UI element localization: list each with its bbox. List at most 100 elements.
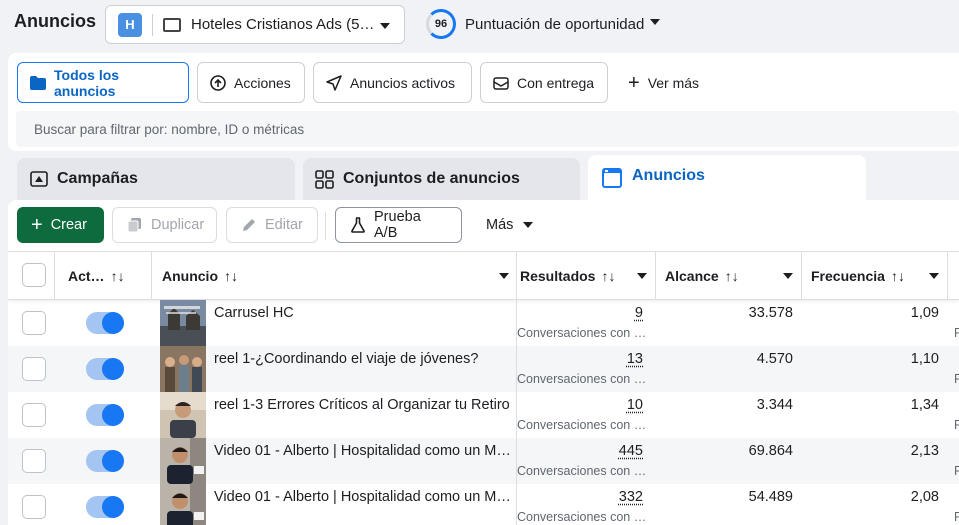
sort-icon[interactable]: ↑↓ <box>725 268 739 284</box>
tab-label: Anuncios <box>632 167 705 184</box>
status-toggle[interactable] <box>86 496 124 518</box>
chevron-down-icon <box>523 222 534 228</box>
ad-account-icon <box>163 17 181 32</box>
column-header-frequency[interactable]: Frecuencia ↑↓ <box>811 252 905 299</box>
duplicate-button[interactable]: Duplicar <box>112 207 217 243</box>
chevron-down-icon[interactable] <box>783 273 793 279</box>
filter-label: Anuncios activos <box>350 74 456 91</box>
status-toggle[interactable] <box>86 358 124 380</box>
create-label: Crear <box>50 217 87 233</box>
pencil-icon <box>241 217 257 233</box>
upload-icon <box>210 74 226 91</box>
more-menu-button[interactable]: Más <box>472 207 552 243</box>
sort-icon[interactable]: ↑↓ <box>111 268 125 284</box>
column-header-ad[interactable]: Anuncio ↑↓ <box>162 252 238 299</box>
campaign-icon <box>30 170 48 188</box>
ad-thumbnail[interactable] <box>160 392 206 438</box>
chevron-down-icon[interactable] <box>637 273 647 279</box>
opportunity-score-ring[interactable]: 96 <box>426 9 456 39</box>
ad-name[interactable]: reel 1-3 Errores Críticos al Organizar t… <box>214 397 514 413</box>
chevron-down-icon[interactable] <box>650 19 660 25</box>
table-row[interactable]: reel 1-¿Coordinando el viaje de jóvenes?… <box>8 346 959 392</box>
ad-thumbnail[interactable] <box>160 300 206 346</box>
results-value[interactable]: 445 <box>528 443 643 459</box>
column-divider <box>516 252 517 299</box>
ad-name[interactable]: Video 01 - Alberto | Hospitalidad como u… <box>214 443 514 459</box>
ad-thumbnail[interactable] <box>160 346 206 392</box>
page-title: Anuncios <box>14 11 97 31</box>
filter-actions[interactable]: Acciones <box>197 62 305 103</box>
column-divider <box>151 252 152 299</box>
tab-label: Conjuntos de anuncios <box>343 170 520 187</box>
truncated-cell: P <box>954 372 959 386</box>
truncated-cell: P <box>954 326 959 340</box>
column-title: Alcance <box>665 267 719 284</box>
tab-ads[interactable]: Anuncios <box>588 155 866 200</box>
row-checkbox[interactable] <box>22 311 46 335</box>
table-row[interactable]: Video 01 - Alberto | Hospitalidad como u… <box>8 438 959 484</box>
table-row[interactable]: reel 1-3 Errores Críticos al Organizar t… <box>8 392 959 438</box>
results-type: Conversaciones con … <box>517 372 647 386</box>
column-divider <box>801 252 802 299</box>
filter-all-ads[interactable]: Todos los anuncios <box>17 62 189 103</box>
see-more-button[interactable]: + Ver más <box>616 62 726 103</box>
filter-active-ads[interactable]: Anuncios activos <box>313 62 472 103</box>
more-label: Más <box>486 217 514 233</box>
grid-icon <box>315 170 334 189</box>
ad-name[interactable]: Video 01 - Alberto | Hospitalidad como u… <box>214 489 514 505</box>
edit-button[interactable]: Editar <box>226 207 318 243</box>
ad-thumbnail[interactable] <box>160 438 206 484</box>
column-header-reach[interactable]: Alcance ↑↓ <box>665 252 739 299</box>
column-divider <box>947 252 948 299</box>
row-checkbox[interactable] <box>22 449 46 473</box>
results-value[interactable]: 10 <box>528 397 643 413</box>
ad-thumbnail[interactable] <box>160 484 206 525</box>
frequency-value: 2,08 <box>910 489 939 505</box>
filter-label: Todos los anuncios <box>54 66 120 99</box>
results-value[interactable]: 9 <box>528 305 643 321</box>
row-checkbox[interactable] <box>22 495 46 519</box>
status-toggle[interactable] <box>86 312 124 334</box>
results-type: Conversaciones con … <box>517 510 647 524</box>
column-divider <box>54 252 55 299</box>
column-header-results[interactable]: Resultados ↑↓ <box>520 252 615 299</box>
see-more-label: Ver más <box>647 74 700 91</box>
select-all-checkbox[interactable] <box>22 263 46 287</box>
toggle-knob <box>102 358 124 380</box>
account-selector[interactable]: H Hoteles Cristianos Ads (5… <box>105 5 405 44</box>
toggle-knob <box>102 496 124 518</box>
table-row[interactable]: Video 01 - Alberto | Hospitalidad como u… <box>8 484 959 525</box>
row-checkbox[interactable] <box>22 403 46 427</box>
status-toggle[interactable] <box>86 450 124 472</box>
row-checkbox[interactable] <box>22 357 46 381</box>
frequency-value: 1,34 <box>910 397 939 413</box>
edit-label: Editar <box>265 217 303 233</box>
filter-with-delivery[interactable]: Con entrega <box>480 62 608 103</box>
ads-table-panel: + Crear Duplicar Editar Prueba A/B Más A… <box>8 200 959 525</box>
sort-icon[interactable]: ↑↓ <box>891 268 905 284</box>
ab-test-button[interactable]: Prueba A/B <box>335 207 462 243</box>
status-toggle[interactable] <box>86 404 124 426</box>
chevron-down-icon[interactable] <box>929 273 939 279</box>
folder-icon <box>30 75 46 90</box>
column-header-status[interactable]: Act… ↑↓ <box>68 252 125 299</box>
table-header: Act… ↑↓ Anuncio ↑↓ Resultados ↑↓ Alcance… <box>8 251 959 300</box>
filter-panel: Todos los anuncios Acciones Anuncios act… <box>8 53 959 151</box>
table-row[interactable]: Carrusel HC 9 Conversaciones con … 33.57… <box>8 300 959 346</box>
account-name: Hoteles Cristianos Ads (5… <box>191 16 375 33</box>
search-input[interactable]: Buscar para filtrar por: nombre, ID o mé… <box>16 111 959 147</box>
results-value[interactable]: 332 <box>528 489 643 505</box>
truncated-cell: P <box>954 464 959 478</box>
ad-name[interactable]: reel 1-¿Coordinando el viaje de jóvenes? <box>214 351 514 367</box>
chevron-down-icon[interactable] <box>499 273 509 279</box>
create-button[interactable]: + Crear <box>17 207 104 243</box>
sort-icon[interactable]: ↑↓ <box>224 268 238 284</box>
plus-icon: + <box>31 214 43 236</box>
opportunity-score-label[interactable]: Puntuación de oportunidad <box>465 16 644 33</box>
results-value[interactable]: 13 <box>528 351 643 367</box>
ad-name[interactable]: Carrusel HC <box>214 305 514 321</box>
duplicate-label: Duplicar <box>151 217 205 233</box>
results-type: Conversaciones con … <box>517 464 647 478</box>
sort-icon[interactable]: ↑↓ <box>601 268 615 284</box>
truncated-cell: P <box>954 418 959 432</box>
